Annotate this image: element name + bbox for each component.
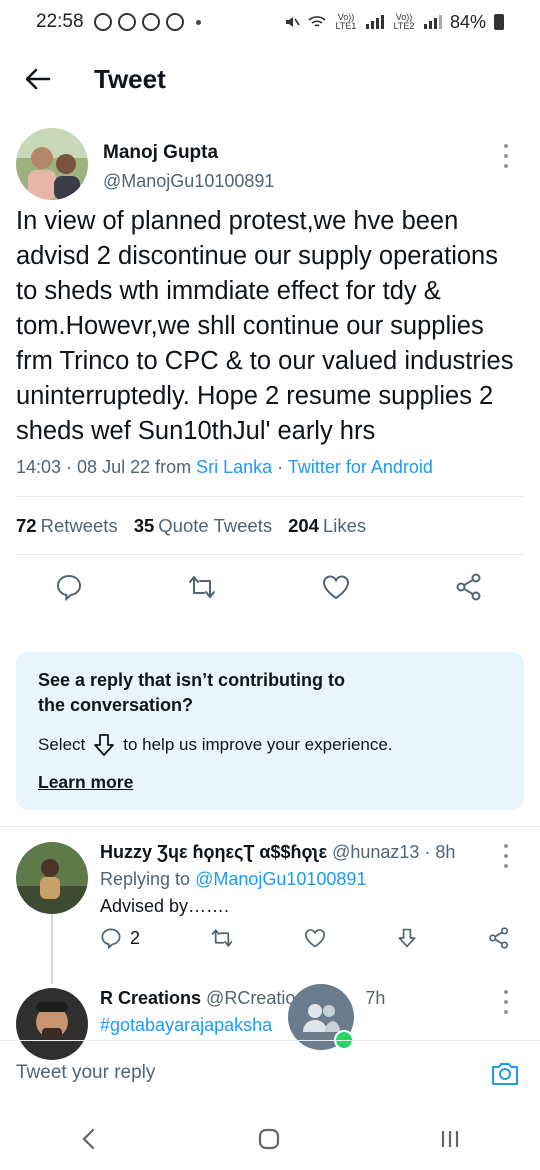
- likes-label: Likes: [322, 514, 367, 536]
- source-link[interactable]: Twitter for Android: [288, 457, 433, 477]
- notice-title: See a reply that isn’t contributing to t…: [38, 670, 346, 715]
- replying-to-link[interactable]: @ManojGu10100891: [195, 869, 366, 889]
- group-icon: [303, 1004, 340, 1032]
- tweet-stats: 72 Retweets 35 Quote Tweets 204 Likes: [16, 497, 524, 554]
- hashtag-link[interactable]: #gotabayarajapaksha: [100, 1015, 272, 1035]
- nav-recents-icon[interactable]: [439, 1129, 461, 1149]
- mute-icon: [285, 17, 300, 27]
- reply-reply-button[interactable]: 2: [100, 927, 140, 949]
- tweet-author: Manoj Gupta @ManojGu10100891: [16, 128, 524, 200]
- notice-select-tail: to help us improve your experience.: [123, 735, 393, 754]
- nav-back-icon[interactable]: [79, 1128, 99, 1150]
- downvote-icon[interactable]: [396, 927, 418, 949]
- learn-more-link[interactable]: Learn more: [38, 772, 502, 793]
- reply-input[interactable]: Tweet your reply: [16, 1062, 490, 1084]
- reply-handle-time: @hunaz13 · 8h: [332, 842, 456, 862]
- reply-body: Huzzy Ʒɥε ɦϙηεςƮ α$$ɦϙʅε @hunaz13 · 8h R…: [100, 842, 524, 949]
- network-label-2: Vo)) LTE2: [393, 12, 415, 31]
- status-right: Vo)) LTE1 Vo)) LTE2 84%: [284, 12, 504, 33]
- wifi-icon: [308, 16, 326, 27]
- status-time: 22:58: [36, 11, 84, 32]
- facebook-icon: [141, 13, 160, 31]
- retweets-count: 72: [16, 514, 37, 536]
- system-nav-bar: [0, 1108, 540, 1170]
- status-bar: 22:58 Vo)) LTE1 Vo)) LTE2 84%: [0, 0, 540, 44]
- reply-tweet[interactable]: R Creations @RCreatio 7h #gotabayarajapak…: [16, 988, 524, 1060]
- downvote-icon: [94, 734, 115, 756]
- top-bar: Tweet: [0, 50, 540, 108]
- notification-icons: [93, 13, 201, 31]
- retweet-button[interactable]: [187, 572, 217, 602]
- author-display-name[interactable]: Manoj Gupta: [103, 142, 274, 164]
- replying-to: Replying to @ManojGu10100891: [100, 869, 524, 890]
- back-button[interactable]: [16, 57, 60, 101]
- reply-display-name[interactable]: R Creations: [100, 988, 201, 1008]
- tweet-text: In view of planned protest,we hve been a…: [16, 207, 514, 445]
- meta-separator: ·: [272, 457, 288, 477]
- share-icon: [456, 573, 481, 601]
- like-button[interactable]: [321, 572, 351, 602]
- more-options-icon[interactable]: [496, 144, 516, 168]
- heart-icon: [322, 575, 349, 600]
- back-arrow-icon: [25, 68, 51, 90]
- whatsapp-icon: [93, 13, 112, 31]
- battery-percent: 84%: [449, 11, 486, 32]
- messenger-icon: [117, 13, 136, 31]
- reply-text: Advised by…….: [100, 896, 230, 916]
- signal-icon-2: [423, 15, 442, 29]
- quotes-count: 35: [133, 514, 155, 536]
- reply-tweet[interactable]: Huzzy Ʒɥε ɦϙηεςƮ α$$ɦϙʅε @hunaz13 · 8h R…: [16, 842, 524, 949]
- share-icon[interactable]: [488, 927, 510, 949]
- retweets-stat[interactable]: 72 Retweets: [16, 515, 118, 537]
- reply-feedback-card: See a reply that isn’t contributing to t…: [16, 652, 524, 810]
- more-options-icon[interactable]: [496, 990, 516, 1014]
- share-button[interactable]: [454, 572, 484, 602]
- reply-composer[interactable]: Tweet your reply: [0, 1040, 540, 1104]
- reply-icon: [101, 928, 121, 949]
- nav-home-icon[interactable]: [257, 1127, 281, 1151]
- tweet-timestamp: 14:03 · 08 Jul 22 from: [16, 457, 197, 477]
- reply-actions: 2: [100, 927, 524, 949]
- reply-button[interactable]: [54, 572, 84, 602]
- likes-stat[interactable]: 204 Likes: [288, 515, 366, 537]
- location-link[interactable]: Sri Lanka: [196, 457, 272, 477]
- tweet-actions: [16, 555, 524, 619]
- author-avatar[interactable]: [16, 128, 88, 200]
- page-title: Tweet: [94, 63, 166, 94]
- quote-tweets-stat[interactable]: 35 Quote Tweets: [134, 515, 272, 537]
- heart-icon[interactable]: [304, 928, 326, 948]
- retweet-icon[interactable]: [210, 927, 234, 949]
- divider: [0, 826, 540, 827]
- more-notifications-dot: [195, 19, 201, 25]
- reply-handle: @RCreatio: [206, 988, 296, 1008]
- reply-display-name[interactable]: Huzzy Ʒɥε ɦϙηεςƮ α$$ɦϙʅε: [100, 842, 327, 862]
- facebook-icon-2: [165, 13, 184, 31]
- thread-line: [51, 914, 53, 984]
- retweet-icon: [189, 576, 216, 598]
- signal-icon-1: [365, 15, 384, 29]
- retweets-label: Retweets: [40, 514, 118, 536]
- reply-icon: [56, 574, 82, 601]
- replying-prefix: Replying to: [100, 869, 196, 889]
- reply-avatar[interactable]: [16, 842, 88, 914]
- reply-time: 7h: [365, 988, 386, 1008]
- quotes-label: Quote Tweets: [158, 514, 273, 536]
- more-options-icon[interactable]: [496, 844, 516, 868]
- battery-icon: [494, 14, 504, 30]
- author-names: Manoj Gupta @ManojGu10100891: [103, 128, 274, 192]
- likes-count: 204: [288, 514, 319, 536]
- main-tweet: Manoj Gupta @ManojGu10100891 In view of …: [16, 128, 524, 619]
- notice-select-label: Select: [38, 735, 86, 754]
- author-handle[interactable]: @ManojGu10100891: [103, 171, 274, 192]
- network-label-1: Vo)) LTE1: [335, 12, 357, 31]
- camera-icon[interactable]: [490, 1058, 520, 1088]
- tweet-meta: 14:03 · 08 Jul 22 from Sri Lanka · Twitt…: [16, 457, 524, 478]
- notice-instructions: Select to help us improve your experienc…: [38, 732, 502, 758]
- reply-count: 2: [130, 927, 141, 948]
